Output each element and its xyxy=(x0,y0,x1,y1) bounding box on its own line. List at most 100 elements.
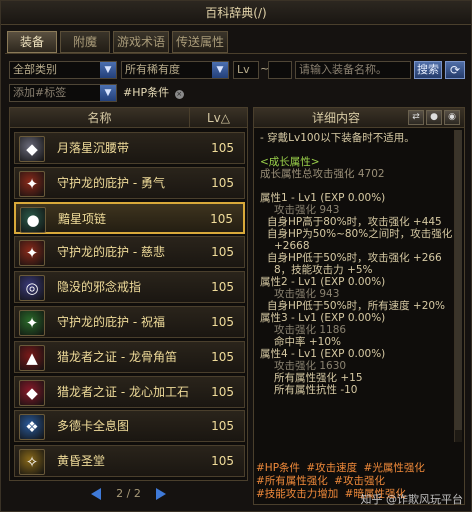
page-indicator: 2 / 2 xyxy=(116,487,141,500)
detail-line: 属性1 - Lv1 (EXP 0.00%) xyxy=(260,192,386,204)
lv-min-input[interactable]: Lv xyxy=(233,61,259,79)
detail-panel: 详细内容 ⇄ ● ◉ - 穿戴Lv100以下装备时不适用。 <成长属性> 成长属性总… xyxy=(253,107,465,505)
pagination: 2 / 2 xyxy=(9,487,248,505)
item-name: 守护龙的庇护 - 祝福 xyxy=(57,315,165,329)
tab-glossary[interactable]: 游戏术语 xyxy=(113,31,169,53)
tab-bar: 装备 附魔 游戏术语 传送属性 xyxy=(7,31,228,53)
detail-line xyxy=(260,144,452,156)
item-name: 月落星沉腰带 xyxy=(57,141,130,155)
detail-line: +2668 xyxy=(274,240,310,252)
lv-max-input[interactable] xyxy=(268,61,292,79)
detail-line: 命中率 +10% xyxy=(274,336,341,348)
rarity-select[interactable]: 所有稀有度 ▼ xyxy=(121,61,229,79)
prev-page-icon[interactable] xyxy=(90,488,101,500)
list-item[interactable]: ● 黯星项链 105 xyxy=(14,201,245,234)
search-button[interactable]: 搜索 xyxy=(414,61,442,79)
chevron-down-icon: ▼ xyxy=(100,85,116,101)
column-header-name[interactable]: 名称 xyxy=(10,108,190,128)
compare-icon[interactable]: ⇄ xyxy=(408,110,424,125)
list-item[interactable]: ✦ 守护龙的庇护 - 慈悲 105 xyxy=(14,236,245,269)
detail-scrollbar[interactable] xyxy=(454,130,462,442)
list-item[interactable]: ▲ 猎龙者之证 - 龙骨角笛 105 xyxy=(14,340,245,373)
lv-range-separator: ~ xyxy=(260,62,270,75)
detail-tag[interactable]: #HP条件 xyxy=(256,462,300,474)
tab-divider xyxy=(5,53,467,54)
column-header-lv[interactable]: Lv△ xyxy=(190,108,247,128)
detail-line: 攻击强化 1186 xyxy=(274,324,347,336)
tab-equipment[interactable]: 装备 xyxy=(7,31,57,53)
item-lv: 105 xyxy=(210,211,233,226)
item-list-panel: 名称 Lv△ ◆ 月落星沉腰带 105 ✦ 守护龙的庇护 - 勇气 105 ● 黯星项链 105… xyxy=(9,107,248,481)
dragon-armor-icon: ✦ xyxy=(19,170,45,197)
detail-tag[interactable]: #所有属性强化 xyxy=(256,475,328,487)
item-lv: 105 xyxy=(211,245,234,260)
detail-line: <成长属性> xyxy=(260,156,320,168)
list-item[interactable]: ❖ 多德卡全息图 105 xyxy=(14,410,245,443)
next-page-icon[interactable] xyxy=(156,488,167,500)
eye-icon[interactable]: ◉ xyxy=(444,110,460,125)
tag-input-placeholder: 添加#标签 xyxy=(13,86,67,99)
item-lv: 105 xyxy=(211,384,234,399)
item-name: 黯星项链 xyxy=(58,211,107,226)
item-lv: 105 xyxy=(211,349,234,364)
item-lv: 105 xyxy=(211,175,234,190)
scroll-thumb[interactable] xyxy=(455,130,462,430)
item-name: 守护龙的庇护 - 慈悲 xyxy=(57,245,165,260)
remove-tag-icon[interactable]: × xyxy=(174,90,184,99)
category-select[interactable]: 全部类别 ▼ xyxy=(9,61,117,79)
detail-line: 8，技能攻击力 +5% xyxy=(274,264,373,276)
detail-line: - 穿戴Lv100以下装备时不适用。 xyxy=(260,132,415,144)
list-item[interactable]: ◎ 隐没的邪念戒指 105 xyxy=(14,271,245,304)
detail-line: 属性2 - Lv1 (EXP 0.00%) xyxy=(260,276,386,288)
refresh-icon[interactable]: ⟳ xyxy=(445,61,465,79)
necklace-icon: ● xyxy=(20,206,46,233)
watermark: 知乎 @诈欺风玩平台 xyxy=(360,493,464,506)
item-lv: 105 xyxy=(211,280,234,295)
item-name: 黄昏圣堂 xyxy=(57,454,106,469)
tab-transfer-attributes[interactable]: 传送属性 xyxy=(172,31,228,53)
window-title: 百科辞典(/) xyxy=(1,1,471,25)
detail-line: 自身HP低于50%时，所有速度 +20% xyxy=(267,300,446,312)
list-item[interactable]: ◆ 猎龙者之证 - 龙心加工石 105 xyxy=(14,375,245,408)
item-name: 多德卡全息图 xyxy=(57,419,130,434)
active-tag-chip[interactable]: #HP条件 × xyxy=(123,84,184,102)
detail-tag[interactable]: #攻击速度 xyxy=(306,462,357,474)
detail-header: 详细内容 ⇄ ● ◉ xyxy=(254,108,464,128)
item-name: 守护龙的庇护 - 勇气 xyxy=(57,175,165,190)
detail-line: 所有属性强化 +15 xyxy=(274,372,363,384)
list-item[interactable]: ✦ 守护龙的庇护 - 祝福 105 xyxy=(14,306,245,338)
detail-tag[interactable]: #技能攻击力增加 xyxy=(256,488,338,500)
detail-title: 详细内容 xyxy=(312,111,361,125)
item-lv: 105 xyxy=(211,315,234,329)
chapel-icon: ✧ xyxy=(19,449,45,476)
list-item[interactable]: ✧ 黄昏圣堂 105 xyxy=(14,445,245,478)
detail-line: 属性3 - Lv1 (EXP 0.00%) xyxy=(260,312,386,324)
tag-input[interactable]: 添加#标签 ▼ xyxy=(9,84,117,102)
detail-line: 攻击强化 1630 xyxy=(274,360,347,372)
detail-line: 自身HP高于80%时，攻击强化 +445 xyxy=(267,216,442,228)
item-name: 猎龙者之证 - 龙骨角笛 xyxy=(57,349,177,364)
detail-line: 攻击强化 943 xyxy=(274,204,340,216)
rarity-select-value: 所有稀有度 xyxy=(125,63,180,76)
belt-icon: ◆ xyxy=(19,136,45,162)
ring-icon: ◎ xyxy=(19,275,45,302)
detail-line: 自身HP低于50%时，攻击强化 +266 xyxy=(267,252,442,264)
item-lv: 105 xyxy=(211,419,234,434)
detail-line: 所有属性抗性 -10 xyxy=(274,384,358,396)
detail-tag[interactable]: #攻击强化 xyxy=(334,475,385,487)
item-lv: 105 xyxy=(211,141,234,155)
list-item[interactable]: ✦ 守护龙的庇护 - 勇气 105 xyxy=(14,166,245,199)
detail-line: 攻击强化 943 xyxy=(274,288,340,300)
detail-text: - 穿戴Lv100以下装备时不适用。 <成长属性> 成长属性总攻击强化 4702 属性… xyxy=(260,132,452,442)
encyclopedia-window: 百科辞典(/) 装备 附魔 游戏术语 传送属性 全部类别 ▼ 所有稀有度 ▼ L… xyxy=(0,0,472,512)
detail-tag[interactable]: #光属性强化 xyxy=(364,462,425,474)
list-item[interactable]: ◆ 月落星沉腰带 105 xyxy=(14,132,245,164)
detail-line xyxy=(260,180,452,192)
pin-icon[interactable]: ● xyxy=(426,110,442,125)
item-name: 隐没的邪念戒指 xyxy=(57,280,142,295)
list-header: 名称 Lv△ xyxy=(10,108,247,128)
tab-enchant[interactable]: 附魔 xyxy=(60,31,110,53)
detail-line: 自身HP为50%~80%之间时，攻击强化 xyxy=(267,228,452,240)
search-input[interactable]: 请输入装备名称。 xyxy=(295,61,411,79)
detail-line: 属性4 - Lv1 (EXP 0.00%) xyxy=(260,348,386,360)
